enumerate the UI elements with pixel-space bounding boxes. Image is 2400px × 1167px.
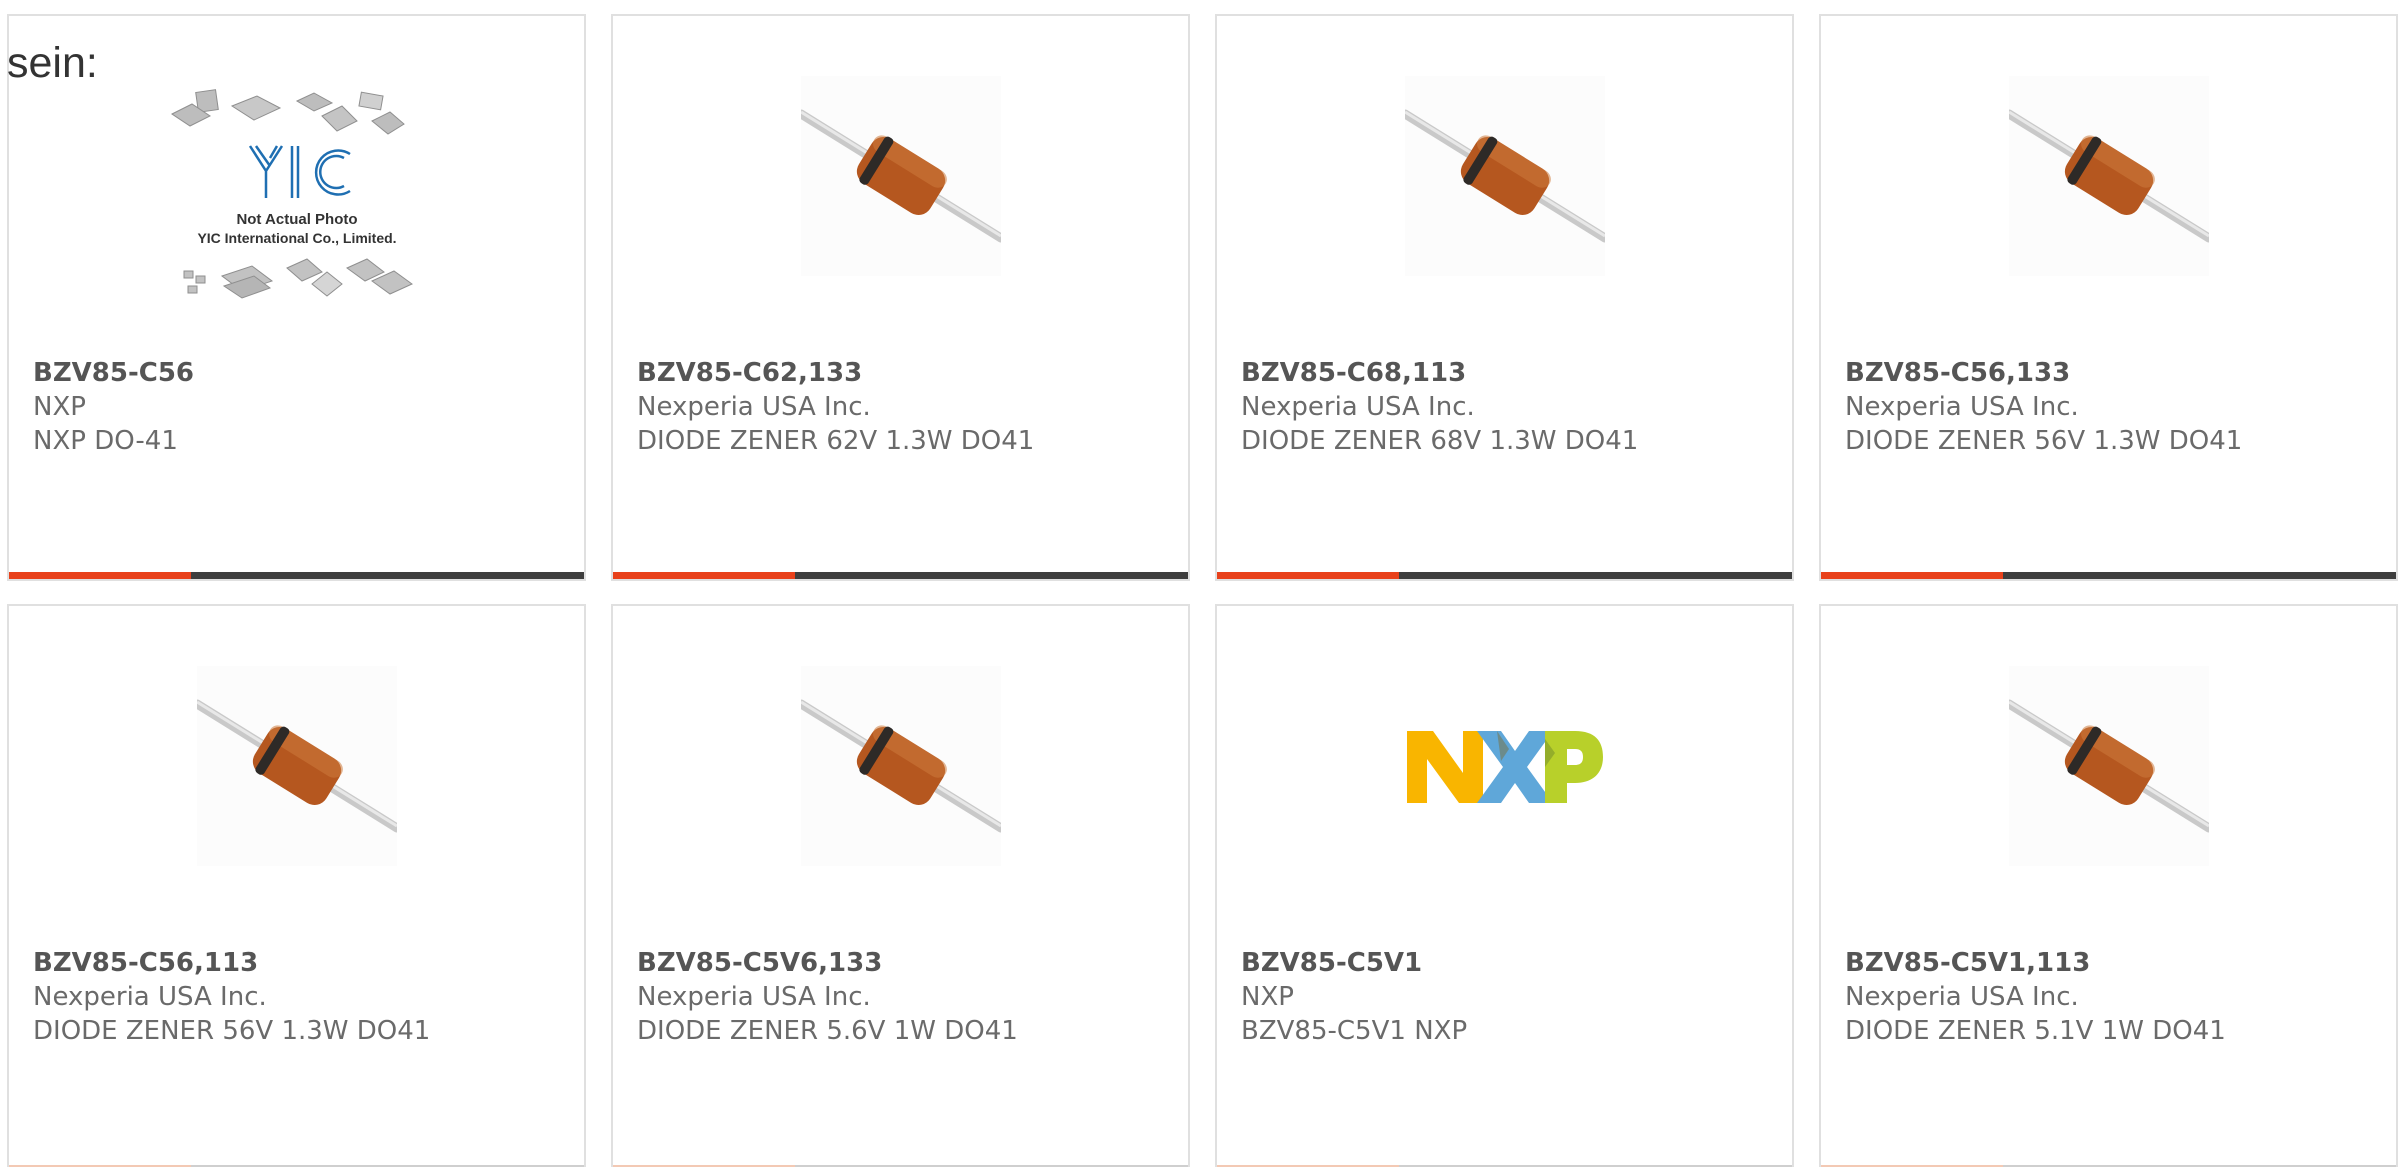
product-image[interactable]	[613, 666, 1188, 936]
photo-caption-line2: YIC International Co., Limited.	[197, 230, 396, 246]
product-info: BZV85-C5V1 NXP BZV85-C5V1 NXP	[1241, 946, 1782, 1048]
part-number[interactable]: BZV85-C56	[33, 356, 574, 390]
part-number[interactable]: BZV85-C56,113	[33, 946, 574, 980]
manufacturer: Nexperia USA Inc.	[1241, 392, 1475, 422]
product-card[interactable]: BZV85-C5V1 NXP BZV85-C5V1 NXP	[1215, 604, 1794, 1167]
bar-accent	[1821, 572, 2003, 579]
card-bottom-bar	[1217, 572, 1792, 579]
bar-accent	[9, 572, 191, 579]
manufacturer: Nexperia USA Inc.	[1845, 982, 2079, 1012]
manufacturer: Nexperia USA Inc.	[33, 982, 267, 1012]
bar-rest	[191, 572, 584, 579]
description: BZV85-C5V1 NXP	[1241, 1016, 1468, 1046]
product-info: BZV85-C5V6,133 Nexperia USA Inc. DIODE Z…	[637, 946, 1178, 1048]
product-image[interactable]	[1821, 666, 2396, 936]
product-grid-page: sein: Not Actual Photo YIC International…	[0, 0, 2400, 1167]
diode-photo	[2008, 76, 2209, 276]
description: DIODE ZENER 56V 1.3W DO41	[1845, 426, 2243, 456]
product-card[interactable]: BZV85-C56,133 Nexperia USA Inc. DIODE ZE…	[1819, 14, 2398, 581]
product-card[interactable]: BZV85-C56,113 Nexperia USA Inc. DIODE ZE…	[7, 604, 586, 1167]
description: DIODE ZENER 5.1V 1W DO41	[1845, 1016, 2226, 1046]
product-info: BZV85-C68,113 Nexperia USA Inc. DIODE ZE…	[1241, 356, 1782, 458]
generic-product-photo: Not Actual Photo YIC International Co., …	[170, 89, 413, 299]
description: DIODE ZENER 62V 1.3W DO41	[637, 426, 1035, 456]
product-info: BZV85-C56,133 Nexperia USA Inc. DIODE ZE…	[1845, 356, 2386, 458]
part-number[interactable]: BZV85-C5V1,113	[1845, 946, 2386, 980]
product-info: BZV85-C5V1,113 Nexperia USA Inc. DIODE Z…	[1845, 946, 2386, 1048]
product-image[interactable]	[9, 666, 584, 936]
yic-logo	[248, 145, 351, 198]
bar-accent	[613, 572, 795, 579]
part-number[interactable]: BZV85-C5V1	[1241, 946, 1782, 980]
intro-text: sein:	[7, 39, 98, 87]
card-bottom-bar	[1821, 572, 2396, 579]
diode-photo	[800, 666, 1001, 866]
product-image[interactable]: Not Actual Photo YIC International Co., …	[9, 76, 584, 346]
manufacturer: NXP	[1241, 982, 1294, 1012]
diode-photo	[196, 666, 397, 866]
card-bottom-bar	[613, 572, 1188, 579]
product-card[interactable]: BZV85-C68,113 Nexperia USA Inc. DIODE ZE…	[1215, 14, 1794, 581]
chip-package-icons-bottom	[183, 258, 413, 299]
manufacturer: Nexperia USA Inc.	[1845, 392, 2079, 422]
diode-photo	[800, 76, 1001, 276]
product-card[interactable]: BZV85-C5V1,113 Nexperia USA Inc. DIODE Z…	[1819, 604, 2398, 1167]
product-info: BZV85-C56,113 Nexperia USA Inc. DIODE ZE…	[33, 946, 574, 1048]
bar-rest	[2003, 572, 2396, 579]
product-image[interactable]	[1217, 76, 1792, 346]
diode-photo	[2008, 666, 2209, 866]
product-image[interactable]	[613, 76, 1188, 346]
manufacturer: NXP	[33, 392, 86, 422]
description: DIODE ZENER 68V 1.3W DO41	[1241, 426, 1639, 456]
manufacturer: Nexperia USA Inc.	[637, 392, 871, 422]
product-card[interactable]: BZV85-C62,133 Nexperia USA Inc. DIODE ZE…	[611, 14, 1190, 581]
product-card[interactable]: Not Actual Photo YIC International Co., …	[7, 14, 586, 581]
bar-rest	[795, 572, 1188, 579]
bar-accent	[1217, 572, 1399, 579]
product-image[interactable]	[1821, 76, 2396, 346]
card-bottom-bar	[9, 572, 584, 579]
product-info: BZV85-C62,133 Nexperia USA Inc. DIODE ZE…	[637, 356, 1178, 458]
description: NXP DO-41	[33, 426, 178, 456]
description: DIODE ZENER 56V 1.3W DO41	[33, 1016, 431, 1046]
photo-caption-line1: Not Actual Photo	[236, 211, 357, 228]
bar-rest	[1399, 572, 1792, 579]
product-info: BZV85-C56 NXP NXP DO-41	[33, 356, 574, 458]
description: DIODE ZENER 5.6V 1W DO41	[637, 1016, 1018, 1046]
diode-photo	[1404, 76, 1605, 276]
product-grid: Not Actual Photo YIC International Co., …	[7, 14, 2400, 1167]
part-number[interactable]: BZV85-C5V6,133	[637, 946, 1178, 980]
manufacturer: Nexperia USA Inc.	[637, 982, 871, 1012]
part-number[interactable]: BZV85-C68,113	[1241, 356, 1782, 390]
chip-package-icons	[170, 89, 405, 135]
part-number[interactable]: BZV85-C62,133	[637, 356, 1178, 390]
part-number[interactable]: BZV85-C56,133	[1845, 356, 2386, 390]
nxp-logo	[1406, 731, 1603, 803]
product-card[interactable]: BZV85-C5V6,133 Nexperia USA Inc. DIODE Z…	[611, 604, 1190, 1167]
product-image[interactable]	[1217, 666, 1792, 936]
